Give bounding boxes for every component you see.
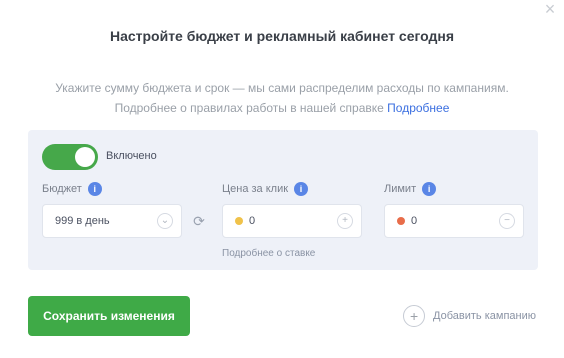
- budget-label: Бюджет i: [42, 182, 102, 196]
- cpc-value: 0: [235, 215, 255, 227]
- budget-value: 999 в день: [55, 215, 110, 227]
- status-dot: [397, 217, 405, 226]
- hint-link[interactable]: Подробнее о ставке: [222, 248, 315, 259]
- info-icon[interactable]: i: [422, 182, 437, 196]
- save-button[interactable]: Сохранить изменения: [28, 296, 190, 336]
- add-campaign-label: Добавить кампанию: [433, 310, 536, 322]
- info-icon[interactable]: i: [294, 182, 309, 196]
- cpc-input[interactable]: 0 +: [222, 204, 362, 238]
- cpc-value-text: 0: [249, 215, 256, 227]
- budget-label-text: Бюджет: [42, 182, 82, 195]
- limit-label-text: Лимит: [384, 182, 417, 195]
- info-icon[interactable]: i: [87, 182, 102, 196]
- plus-icon[interactable]: +: [337, 213, 353, 229]
- enable-toggle[interactable]: [42, 144, 98, 170]
- limit-input[interactable]: 0 −: [384, 204, 524, 238]
- limit-value: 0: [397, 215, 417, 227]
- add-campaign-button[interactable]: + Добавить кампанию: [403, 303, 536, 329]
- dialog-description: Укажите сумму бюджета и срок — мы сами р…: [26, 78, 538, 118]
- budget-input[interactable]: 999 в день ⌄: [42, 204, 182, 238]
- toggle-knob: [75, 147, 95, 167]
- description-link[interactable]: Подробнее: [387, 101, 449, 115]
- cpc-label: Цена за клик i: [222, 182, 309, 196]
- status-dot: [235, 217, 243, 226]
- add-icon: +: [403, 305, 426, 328]
- limit-value-text: 0: [411, 215, 418, 227]
- limit-label: Лимит i: [384, 182, 437, 196]
- cpc-label-text: Цена за клик: [222, 182, 289, 195]
- close-icon[interactable]: ×: [540, 0, 560, 20]
- budget-dialog: × Настройте бюджет и рекламный кабинет с…: [0, 0, 564, 358]
- chevron-down-icon[interactable]: ⌄: [157, 213, 173, 229]
- repeat-icon: ⟳: [193, 213, 205, 229]
- minus-icon[interactable]: −: [499, 213, 515, 229]
- dialog-title: Настройте бюджет и рекламный кабинет сег…: [109, 28, 455, 44]
- settings-panel: Включено Бюджет i 999 в день ⌄ ⟳ Цена за …: [28, 130, 538, 270]
- toggle-label: Включено: [106, 150, 157, 162]
